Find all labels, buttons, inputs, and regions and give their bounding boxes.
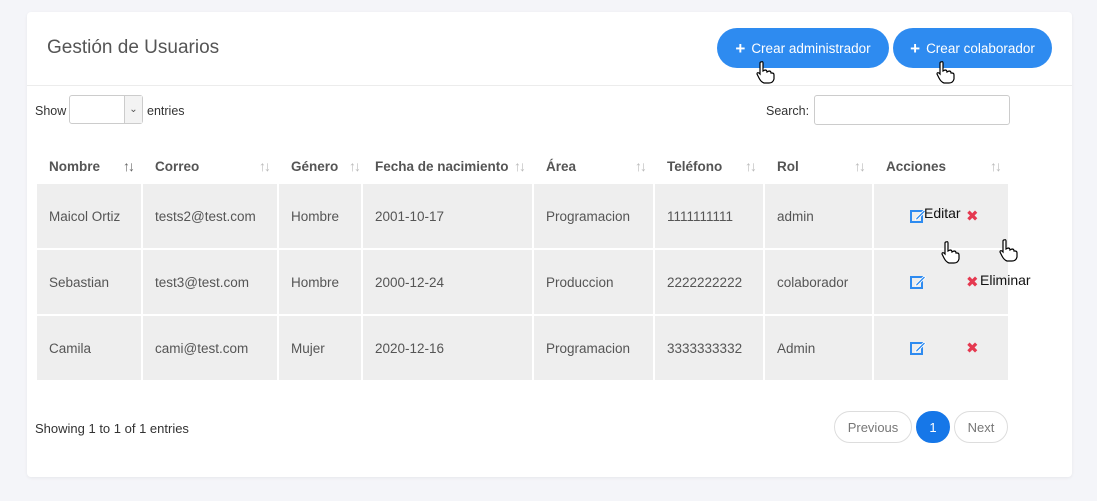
edit-icon[interactable] — [910, 274, 926, 290]
cell-area: Programacion — [534, 184, 653, 248]
page-title: Gestión de Usuarios — [47, 37, 220, 58]
users-table: Nombre ↑↓ Correo ↑↓ Género ↑↓ Fecha de naci… — [35, 148, 1010, 382]
delete-tooltip: Eliminar — [980, 272, 1031, 288]
cell-fecha: 2001-10-17 — [363, 184, 532, 248]
sort-icon: ↑↓ — [745, 158, 757, 174]
create-colab-label: Crear colaborador — [926, 40, 1035, 56]
column-header-area[interactable]: Área ↑↓ — [534, 150, 653, 182]
table-row: Maicol Ortiz tests2@test.com Hombre 2001… — [37, 184, 1008, 248]
chevron-down-icon: ⌄ — [124, 96, 142, 123]
column-header-acciones[interactable]: Acciones ↑↓ — [874, 150, 1008, 182]
column-header-genero[interactable]: Género ↑↓ — [279, 150, 361, 182]
sort-icon: ↑↓ — [854, 158, 866, 174]
cell-area: Programacion — [534, 316, 653, 380]
table-info: Showing 1 to 1 of 1 entries — [35, 421, 189, 436]
plus-icon: + — [910, 38, 921, 58]
cell-area: Produccion — [534, 250, 653, 314]
cell-genero: Hombre — [279, 250, 361, 314]
column-header-rol[interactable]: Rol ↑↓ — [765, 150, 872, 182]
sort-icon: ↑↓ — [259, 158, 271, 174]
table-controls: Show ⌄ entries Search: — [35, 95, 1062, 125]
cell-nombre: Maicol Ortiz — [37, 184, 141, 248]
hand-cursor-icon — [999, 239, 1018, 262]
card-header: Gestión de Usuarios + Crear administrado… — [27, 12, 1072, 86]
cell-telefono: 3333333332 — [655, 316, 763, 380]
page-1-button[interactable]: 1 — [916, 411, 950, 443]
cell-rol: Admin — [765, 316, 872, 380]
sort-icon: ↑↓ — [990, 158, 1002, 174]
search-label: Search: — [766, 104, 810, 118]
create-colaborador-button[interactable]: + Crear colaborador — [893, 28, 1052, 68]
cell-correo: cami@test.com — [143, 316, 277, 380]
cell-nombre: Sebastian — [37, 250, 141, 314]
cell-fecha: 2000-12-24 — [363, 250, 532, 314]
column-header-telefono[interactable]: Teléfono ↑↓ — [655, 150, 763, 182]
cell-telefono: 2222222222 — [655, 250, 763, 314]
cell-rol: colaborador — [765, 250, 872, 314]
edit-icon[interactable] — [910, 340, 926, 356]
show-label: Show — [35, 104, 67, 118]
cell-genero: Hombre — [279, 184, 361, 248]
cell-telefono: 1111111111 — [655, 184, 763, 248]
hand-cursor-icon — [936, 61, 955, 84]
sort-icon: ↑↓ — [635, 158, 647, 174]
search-input[interactable] — [814, 95, 1010, 125]
cell-fecha: 2020-12-16 — [363, 316, 532, 380]
cell-nombre: Camila — [37, 316, 141, 380]
previous-button[interactable]: Previous — [834, 411, 912, 443]
create-admin-label: Crear administrador — [751, 40, 871, 56]
delete-icon[interactable]: ✖ — [966, 339, 979, 357]
hand-cursor-icon — [756, 61, 775, 84]
edit-tooltip: Editar — [924, 205, 961, 221]
create-admin-button[interactable]: + Crear administrador — [717, 28, 889, 68]
hand-cursor-icon — [941, 241, 960, 264]
cell-rol: admin — [765, 184, 872, 248]
plus-icon: + — [735, 38, 746, 58]
delete-icon[interactable]: ✖ — [966, 273, 979, 291]
table-row: Camila cami@test.com Mujer 2020-12-16 Pr… — [37, 316, 1008, 380]
cell-correo: test3@test.com — [143, 250, 277, 314]
sort-icon: ↑↓ — [514, 158, 526, 174]
sort-icon: ↑↓ — [349, 158, 361, 174]
table-header-row: Nombre ↑↓ Correo ↑↓ Género ↑↓ Fecha de naci… — [37, 150, 1008, 182]
delete-icon[interactable]: ✖ — [966, 207, 979, 225]
cell-genero: Mujer — [279, 316, 361, 380]
table-row: Sebastian test3@test.com Hombre 2000-12-… — [37, 250, 1008, 314]
entries-select[interactable]: ⌄ — [69, 95, 143, 124]
cell-acciones: ✖ — [874, 316, 1008, 380]
column-header-fecha[interactable]: Fecha de nacimiento ↑↓ — [363, 150, 532, 182]
entries-label: entries — [147, 104, 185, 118]
next-button[interactable]: Next — [954, 411, 1008, 443]
cell-correo: tests2@test.com — [143, 184, 277, 248]
column-header-nombre[interactable]: Nombre ↑↓ — [37, 150, 141, 182]
column-header-correo[interactable]: Correo ↑↓ — [143, 150, 277, 182]
sort-icon: ↑↓ — [123, 158, 135, 174]
